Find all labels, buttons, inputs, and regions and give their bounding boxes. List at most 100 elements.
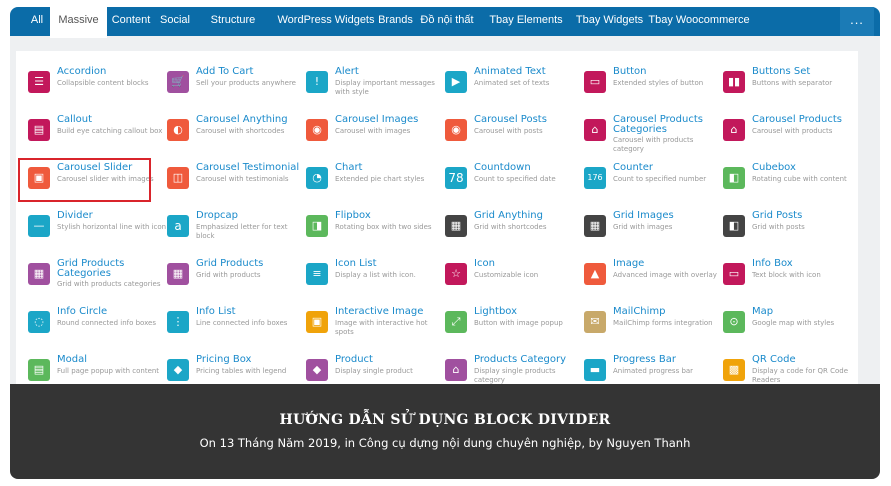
element-name: Grid Products Categories [57,258,125,279]
element-name: Icon [474,258,495,269]
element-name: Interactive Image [335,306,424,317]
element-description: Display single product [335,367,413,375]
element-name: Add To Cart [196,66,254,77]
element-description: Collapsible content blocks [57,79,149,87]
element-name: Image [613,258,645,269]
element-description: Animated set of texts [474,79,550,87]
element-description: Display a code for QR Code Readers [752,367,849,384]
tab-brands[interactable]: Brands [370,7,421,36]
element-info-circle[interactable]: ◌ Info Circle Round connected info boxes [28,307,162,349]
element-description: Button with image popup [474,319,563,327]
element-description: Carousel with products category [613,136,694,153]
element-description: Grid with posts [752,223,805,231]
element-grid-products-categories[interactable]: ▦ Grid Products Categories Grid with produ… [28,259,162,301]
element-description: Image with interactive hot spots [335,319,428,336]
element-flipbox[interactable]: ◨ Flipbox Rotating box with two sides [306,211,440,253]
element-animated-text[interactable]: ▶ Animated Text Animated set of texts [445,67,579,109]
element-name: Info Circle [57,306,108,317]
element-grid-anything[interactable]: ▦ Grid Anything Grid with shortcodes [445,211,579,253]
element-description: Grid with products [196,271,261,279]
qr-code-icon: ▩ [723,359,745,381]
element-mailchimp[interactable]: ✉ MailChimp MailChimp forms integration [584,307,718,349]
map-pin-icon: ⊙ [723,311,745,333]
element-callout[interactable]: ▤ Callout Build eye catching callout box [28,115,162,157]
tab-tbay-widgets[interactable]: Tbay Widgets [567,7,652,36]
element-image[interactable]: ▲ Image Advanced image with overlay [584,259,718,301]
element-interactive-image[interactable]: ▣ Interactive Image Image with interactive… [306,307,440,349]
element-description: Line connected info boxes [196,319,288,327]
tab-massive[interactable]: Massive [50,7,107,38]
element-name: Modal [57,354,87,365]
tab-tbay-elements[interactable]: Tbay Elements [485,7,567,36]
divider-highlight-box [18,158,151,202]
pricing-tag-icon: ◆ [167,359,189,381]
tab-structure[interactable]: Structure [202,7,264,36]
element-info-list[interactable]: ⋮ Info List Line connected info boxes [167,307,301,349]
element-name: Carousel Products Categories [613,114,703,135]
element-carousel-images[interactable]: ◉ Carousel Images Carousel with images [306,115,440,157]
modal-icon: ▤ [28,359,50,381]
element-name: Pricing Box [196,354,252,365]
element-description: Stylish horizontal line with icon [57,223,167,231]
element-grid-products[interactable]: ▦ Grid Products Grid with products [167,259,301,301]
counter-icon: 176 [584,167,606,189]
post-title[interactable]: HƯỚNG DẪN SỬ DỤNG BLOCK DIVIDER [10,412,880,428]
element-carousel-products-categories[interactable]: ⌂ Carousel Products Categories Carousel wi… [584,115,718,157]
element-accordion[interactable]: ☰ Accordion Collapsible content blocks [28,67,162,109]
element-counter[interactable]: 176 Counter Count to specified number [584,163,718,205]
element-name: Carousel Anything [196,114,288,125]
carousel-icon: ◐ [167,119,189,141]
tab-social[interactable]: Social [156,7,194,36]
element-countdown[interactable]: 78 Countdown Count to specified date [445,163,579,205]
element-name: Carousel Testimonial [196,162,300,173]
element-name: Carousel Images [335,114,419,125]
element-cubebox[interactable]: ◧ Cubebox Rotating cube with content [723,163,857,205]
animated-text-icon: ▶ [445,71,467,93]
mailchimp-icon: ✉ [584,311,606,333]
element-description: Display single products category [474,367,556,384]
element-buttons-set[interactable]: ▮▮ Buttons Set Buttons with separator [723,67,857,109]
tab-content[interactable]: Content [107,7,155,36]
product-tag-icon: ◆ [306,359,328,381]
element-icon-list[interactable]: ≡ Icon List Display a list with icon. [306,259,440,301]
element-icon[interactable]: ☆ Icon Customizable icon [445,259,579,301]
element-description: Extended styles of button [613,79,704,87]
element-carousel-testimonial[interactable]: ◫ Carousel Testimonial Carousel with testi… [167,163,301,205]
element-alert[interactable]: ! Alert Display important messages with st… [306,67,440,109]
element-category-tabs: All Massive Content Social Structure WordPres… [10,7,880,38]
element-add-to-cart[interactable]: 🛒 Add To Cart Sell your products anywhere [167,67,301,109]
post-meta: On 13 Tháng Năm 2019, in Công cụ dựng nộ… [199,436,691,450]
element-divider[interactable]: — Divider Stylish horizontal line with ico… [28,211,166,253]
element-info-box[interactable]: ▭ Info Box Text block with icon [723,259,857,301]
element-button[interactable]: ▭ Button Extended styles of button [584,67,718,109]
element-carousel-anything[interactable]: ◐ Carousel Anything Carousel with shortcod… [167,115,301,157]
element-description: Carousel with images [335,127,411,135]
countdown-icon: 78 [445,167,467,189]
tab-n-i-th-t[interactable]: Đồ nội thất [418,7,476,36]
element-carousel-products[interactable]: ⌂ Carousel Products Carousel with products [723,115,857,157]
element-chart[interactable]: ◔ Chart Extended pie chart styles [306,163,440,205]
tab-tbay-woocommerce[interactable]: Tbay Woocommerce [643,7,755,36]
element-name: Divider [57,210,93,221]
element-carousel-posts[interactable]: ◉ Carousel Posts Carousel with posts [445,115,579,157]
testimonial-icon: ◫ [167,167,189,189]
cubebox-icon: ◧ [723,167,745,189]
flipbox-icon: ◨ [306,215,328,237]
element-map[interactable]: ⊙ Map Google map with styles [723,307,857,349]
element-lightbox[interactable]: ⤢ Lightbox Button with image popup [445,307,579,349]
element-name: Dropcap [196,210,239,221]
element-description: Grid with products categories [57,280,161,288]
grid-images-icon: ▦ [584,215,606,237]
element-dropcap[interactable]: a Dropcap Emphasized letter for text block [167,211,301,253]
star-icon: ☆ [445,263,467,285]
element-name: Carousel Posts [474,114,547,125]
element-description: Pricing tables with legend [196,367,287,375]
element-description: Animated progress bar [613,367,694,375]
icon-list-icon: ≡ [306,263,328,285]
more-tabs-button[interactable]: ... [840,7,874,36]
element-name: Grid Images [613,210,674,221]
element-description: Advanced image with overlay [613,271,717,279]
element-grid-posts[interactable]: ◧ Grid Posts Grid with posts [723,211,857,253]
element-grid-images[interactable]: ▦ Grid Images Grid with images [584,211,718,253]
grid-categories-icon: ▦ [28,263,50,285]
